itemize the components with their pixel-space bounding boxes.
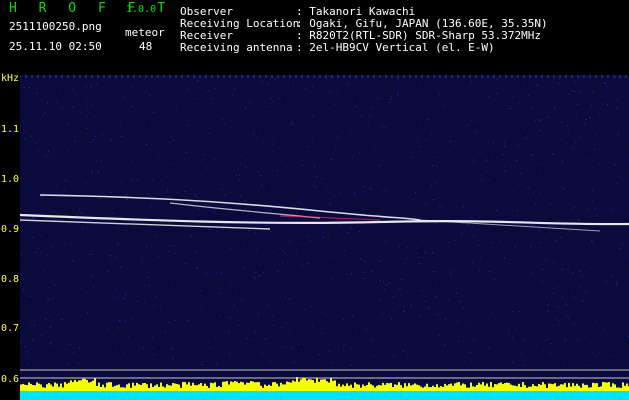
y-tick-1-0: 1.0 (1, 174, 20, 185)
level-bar-base (20, 391, 629, 400)
spectrogram-canvas (20, 75, 629, 400)
level-bars (20, 377, 629, 400)
signal-trace (169, 202, 321, 219)
app-version: 1.0.0 (126, 4, 157, 15)
timestamp: 25.11.10 02:50 (9, 40, 102, 53)
antenna-label: Receiving antenna (180, 41, 293, 54)
y-tick-0-6: 0.6 (1, 374, 20, 385)
y-tick-0-8: 0.8 (1, 274, 20, 285)
antenna-value: : 2el-HB9CV Vertical (el. E-W) (296, 41, 495, 54)
tick-marks (20, 75, 627, 78)
y-axis-unit: kHz (1, 73, 20, 84)
signal-trace (39, 194, 421, 221)
header-panel: H R O F F T 1.0.0 2511100250.png meteor … (0, 0, 629, 70)
spectrogram (20, 75, 629, 400)
filename: 2511100250.png (9, 20, 102, 33)
signal-trace-hot (279, 215, 381, 221)
event-type: meteor (125, 26, 165, 39)
noise-layer (20, 75, 629, 366)
y-tick-0-9: 0.9 (1, 224, 20, 235)
event-count: 48 (139, 40, 153, 53)
y-tick-0-7: 0.7 (1, 323, 20, 334)
signal-traces (20, 194, 629, 232)
y-tick-1-1: 1.1 (1, 124, 20, 135)
